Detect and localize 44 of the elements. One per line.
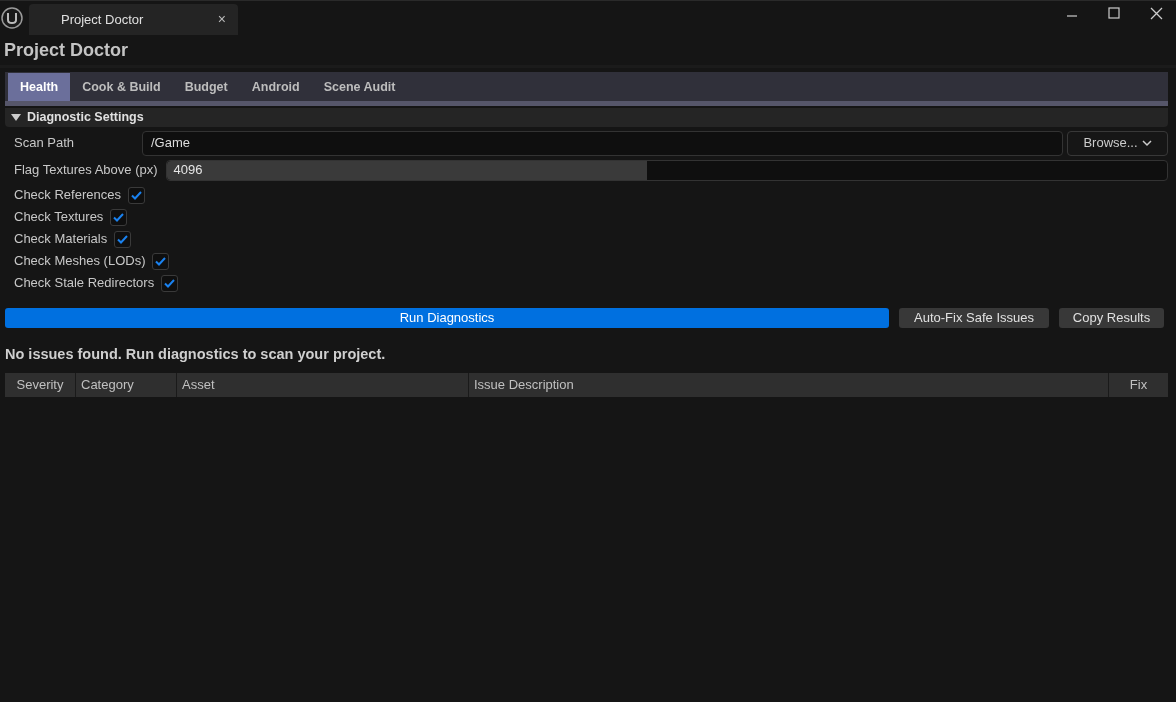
status-message: No issues found. Run diagnostics to scan your project. (5, 345, 387, 364)
column-header[interactable]: Fix (1108, 373, 1168, 397)
tab[interactable]: Health (8, 73, 71, 101)
column-header[interactable]: Category (75, 373, 176, 397)
run-diagnostics-button[interactable]: Run Diagnostics (5, 308, 889, 328)
minimize-icon[interactable] (1066, 12, 1078, 20)
browse-button[interactable]: Browse... (1067, 130, 1168, 156)
close-icon[interactable] (1150, 7, 1163, 20)
checkbox-label: Check References (14, 186, 121, 205)
column-header[interactable]: Asset (176, 373, 468, 397)
number-field[interactable]: 4096 (165, 159, 1168, 181)
column-header[interactable]: Issue Description (468, 373, 1108, 397)
chevron-down-icon (1141, 139, 1152, 147)
check-icon (155, 256, 167, 266)
field-label: Scan Path (13, 134, 75, 153)
checkbox-label: Check Stale Redirectors (14, 274, 155, 293)
auto-fix-button[interactable]: Auto-Fix Safe Issues (899, 308, 1049, 328)
checkbox-label: Check Materials (14, 230, 108, 249)
checkbox-label: Check Textures (14, 208, 104, 227)
check-icon (130, 190, 142, 200)
field-label: Flag Textures Above (px) (13, 161, 159, 180)
check-icon (164, 278, 176, 288)
tab[interactable]: Android (239, 73, 312, 101)
panel-heading: Project Doctor (4, 39, 129, 62)
window-tab-title: Project Doctor (61, 10, 144, 29)
section-header[interactable]: Diagnostic Settings (5, 108, 1168, 127)
tab[interactable]: Budget (172, 73, 240, 101)
section-title: Diagnostic Settings (27, 109, 144, 127)
checkbox[interactable] (110, 208, 128, 226)
scan-path-field[interactable]: /Game (142, 130, 1063, 156)
check-icon (117, 234, 129, 244)
window-tab[interactable]: Project Doctor × (29, 4, 238, 35)
maximize-icon[interactable] (1108, 7, 1120, 19)
checkbox[interactable] (127, 186, 145, 204)
checkbox[interactable] (161, 274, 179, 292)
checkbox-label: Check Meshes (LODs) (14, 252, 146, 271)
checkbox[interactable] (114, 230, 132, 248)
check-icon (113, 212, 125, 222)
tab[interactable]: Cook & Build (70, 73, 173, 101)
tab-close-button[interactable]: × (217, 9, 226, 30)
column-header[interactable]: Severity (5, 373, 75, 397)
checkbox[interactable] (152, 252, 170, 270)
copy-results-button[interactable]: Copy Results (1059, 308, 1164, 328)
tab[interactable]: Scene Audit (311, 73, 408, 101)
